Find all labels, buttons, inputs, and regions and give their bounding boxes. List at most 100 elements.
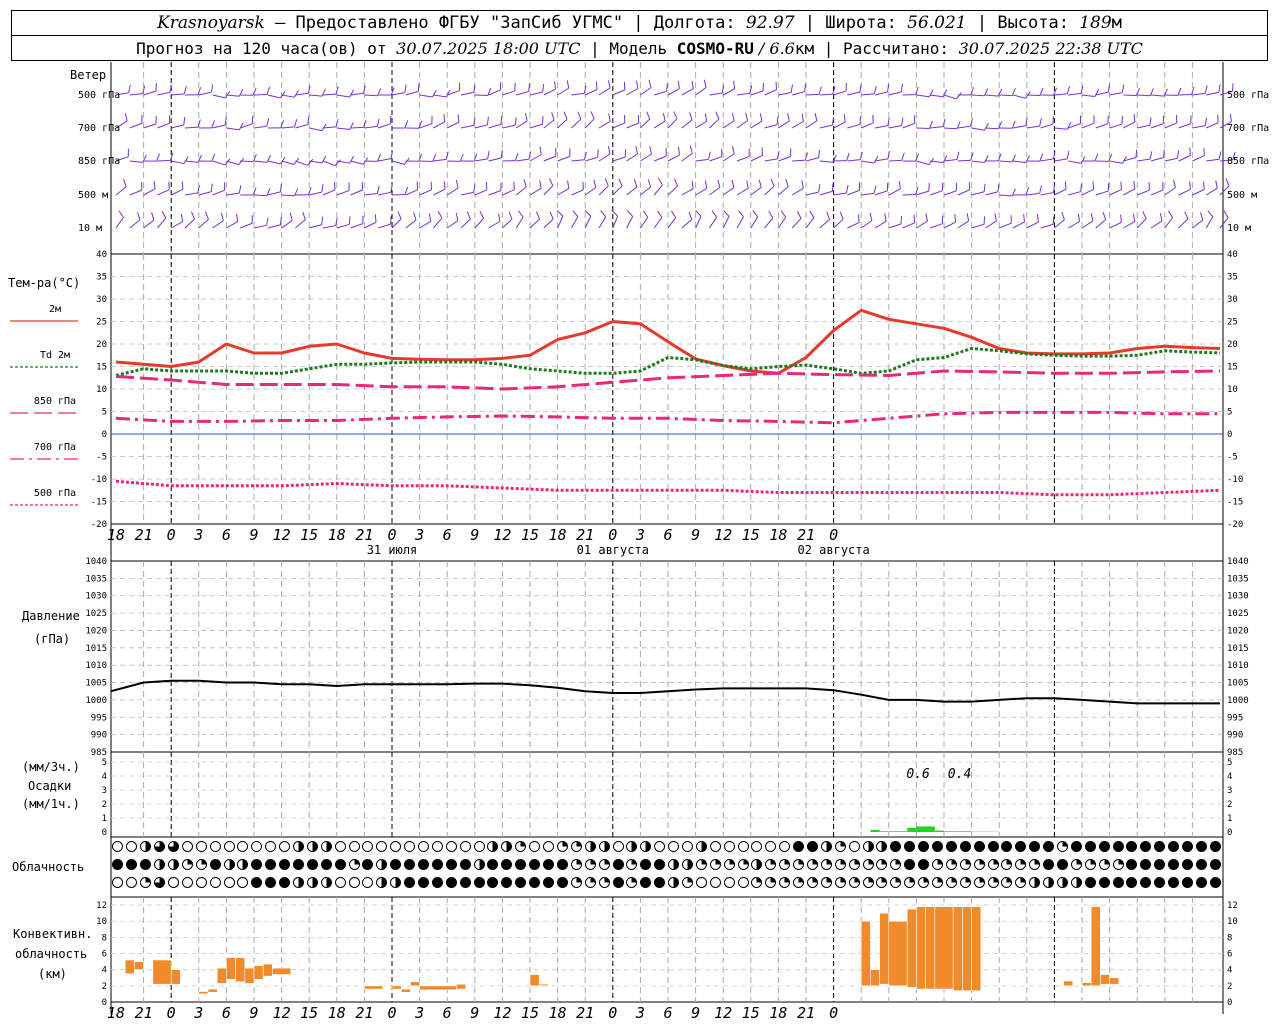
wind-level-label-right: 10 м [1227, 223, 1251, 234]
time-tick-label: 12 [493, 526, 511, 544]
cloud-cover-symbol [167, 839, 181, 854]
time-tick-label: 0 [387, 526, 396, 544]
wind-barb-staff [212, 189, 225, 196]
wind-barb-feather [252, 187, 257, 196]
wind-barb-staff [778, 156, 791, 162]
wind-level-label-right: 850 гПа [1227, 156, 1269, 167]
cloud-cover-circle [1070, 841, 1082, 852]
conv-bar [906, 908, 917, 988]
precip-bar [962, 831, 972, 832]
conv-bar [1081, 982, 1092, 987]
cloud-cover-circle [668, 877, 680, 888]
cloud-cover-circle [876, 877, 888, 888]
cloud-cover-circle [556, 859, 568, 870]
wind-barb-staff [764, 217, 774, 229]
cloud-cover-circle [1070, 859, 1082, 870]
cloud-cover-symbol [153, 857, 167, 872]
cloud-cover-circle [987, 877, 999, 888]
wind-barb-staff [653, 120, 666, 129]
wind-barb-staff [888, 223, 902, 229]
wind-barb-staff [1137, 94, 1151, 97]
wind-barb-staff [143, 90, 157, 96]
cloud-cover-circle [1154, 841, 1166, 852]
cloud-cover-symbol [292, 839, 306, 854]
wind-barb-staff [364, 193, 378, 196]
cloud-cover-circle [306, 877, 318, 888]
conv-ytick-right: 4 [1227, 966, 1232, 976]
wind-barbs [115, 79, 1236, 229]
time-tick-label-bottom: 3 [193, 1004, 203, 1022]
cloud-cover-circle [695, 859, 707, 870]
wind-barb-staff [129, 160, 143, 163]
wind-barb-feather [151, 212, 155, 221]
cloud-cover-symbol [514, 875, 528, 890]
conv-ytick-left: 4 [102, 966, 107, 976]
wind-barb-staff [612, 215, 619, 229]
cloud-cover-circle [223, 841, 235, 852]
wind-barb-staff [1081, 188, 1094, 196]
wind-barb-staff [874, 91, 888, 96]
wind-barb-staff [681, 219, 693, 229]
cloud-cover-circle [293, 877, 305, 888]
wind-barb-feather [809, 210, 815, 218]
cloud-cover-circle [529, 877, 541, 888]
time-tick-label-bottom: 21 [355, 1004, 373, 1022]
wind-barb-staff [336, 223, 350, 229]
conv-bar [124, 959, 135, 975]
cloud-cover-circle [584, 859, 596, 870]
cloud-cover-circle [1209, 841, 1221, 852]
cloud-cover-symbol [611, 857, 625, 872]
wind-barb-feather [776, 116, 779, 125]
wind-barb-staff [391, 92, 405, 96]
wind-barb-staff [957, 159, 971, 162]
cloud-cover-symbol [1014, 839, 1028, 854]
wind-barb-staff [888, 159, 902, 162]
wind-barb-staff [1095, 91, 1109, 96]
wind-barb-feather [607, 80, 611, 89]
pressure-ytick-left: 995 [91, 713, 107, 723]
cloud-cover-circle [945, 877, 957, 888]
conv-bar [1109, 977, 1120, 985]
wind-barb-feather [1061, 211, 1065, 220]
wind-barb-staff [1206, 158, 1220, 162]
cloud-cover-symbol [417, 857, 431, 872]
wind-barb-feather [845, 185, 849, 194]
temp-ytick-right: 40 [1227, 250, 1238, 260]
time-tick-label: 0 [167, 526, 176, 544]
wind-barb-feather [983, 183, 986, 192]
wind-barb-staff [1040, 158, 1054, 162]
wind-barb-staff [819, 219, 830, 229]
wind-barb-feather [801, 113, 804, 122]
wind-barb-staff [874, 190, 888, 196]
wind-barb-staff [1012, 125, 1026, 129]
cloud-cover-circle [681, 877, 693, 888]
wind-barb-staff [1178, 155, 1191, 162]
cloud-cover-circle [612, 859, 624, 870]
wind-barb-feather [859, 116, 862, 125]
wind-barb-feather [376, 185, 380, 194]
cloud-row [111, 875, 1223, 890]
wind-barb-staff [1137, 124, 1151, 129]
wind-barb-feather [1052, 216, 1055, 225]
wind-barb-staff [626, 88, 639, 96]
wind-barb-feather [321, 216, 324, 225]
cloud-cover-symbol [653, 857, 667, 872]
precip-ytick-right: 0 [1227, 828, 1232, 838]
time-tick-label: 0 [829, 526, 838, 544]
cloud-cover-circle [973, 859, 985, 870]
wind-barb-feather [752, 210, 759, 218]
wind-barb-staff [350, 223, 364, 229]
temp-legend-label: 500 гПа [34, 488, 76, 499]
wind-barb-staff [861, 122, 874, 129]
cloud-cover-symbol [778, 875, 792, 890]
wind-barb-staff [736, 120, 748, 129]
wind-barb-feather [123, 179, 127, 187]
cloud-cover-circle [973, 841, 985, 852]
wind-barb-staff [460, 124, 474, 129]
wind-barb-staff [930, 160, 944, 164]
precip-bar [925, 826, 935, 832]
wind-barb-staff [1095, 190, 1109, 196]
cloud-cover-circle [515, 877, 527, 888]
pressure-ytick-right: 1000 [1227, 696, 1249, 706]
wind-barb-staff [502, 189, 515, 196]
